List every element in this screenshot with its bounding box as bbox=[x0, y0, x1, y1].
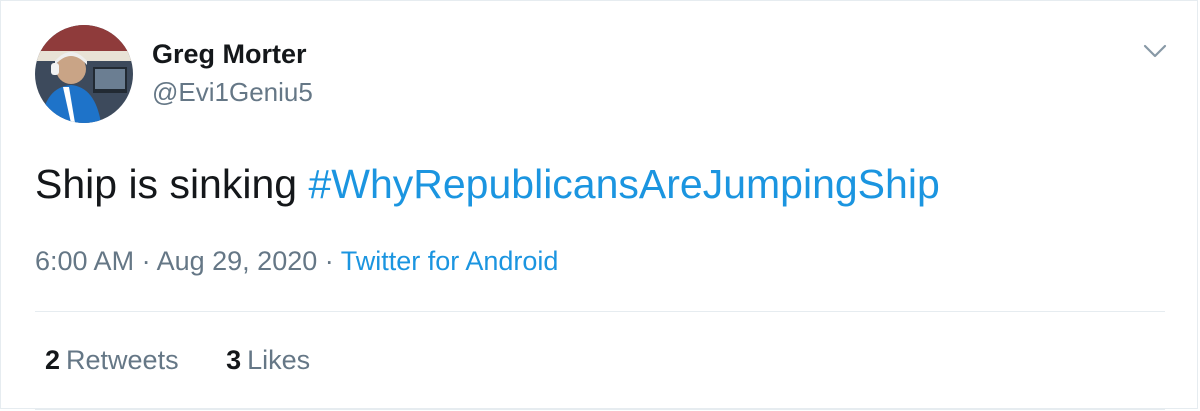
tweet-time[interactable]: 6:00 AM bbox=[35, 246, 134, 276]
divider bbox=[35, 409, 1165, 410]
likes-count: 3 bbox=[226, 345, 242, 375]
divider bbox=[35, 311, 1165, 312]
retweets-label: Retweets bbox=[66, 345, 179, 375]
chevron-down-icon[interactable] bbox=[1139, 35, 1171, 67]
tweet-date[interactable]: Aug 29, 2020 bbox=[157, 246, 318, 276]
avatar[interactable] bbox=[35, 25, 133, 123]
user-handle[interactable]: @Evi1Geniu5 bbox=[152, 77, 313, 108]
tweet-source-link[interactable]: Twitter for Android bbox=[341, 246, 559, 276]
tweet-card: Greg Morter @Evi1Geniu5 Ship is sinking … bbox=[0, 0, 1198, 410]
hashtag-link[interactable]: #WhyRepublicansAreJumpingShip bbox=[308, 161, 939, 207]
tweet-text-plain: Ship is sinking bbox=[35, 161, 309, 207]
likes-stat[interactable]: 3 Likes bbox=[226, 345, 310, 376]
tweet-text: Ship is sinking #WhyRepublicansAreJumpin… bbox=[35, 161, 940, 208]
likes-label: Likes bbox=[247, 345, 311, 375]
meta-separator: · bbox=[324, 246, 334, 276]
tweet-meta: 6:00 AM · Aug 29, 2020 · Twitter for And… bbox=[35, 246, 558, 277]
meta-separator: · bbox=[141, 246, 151, 276]
tweet-stats: 2 Retweets 3 Likes bbox=[45, 345, 310, 376]
retweets-count: 2 bbox=[45, 345, 61, 375]
retweets-stat[interactable]: 2 Retweets bbox=[45, 345, 179, 376]
user-name[interactable]: Greg Morter bbox=[152, 39, 307, 70]
